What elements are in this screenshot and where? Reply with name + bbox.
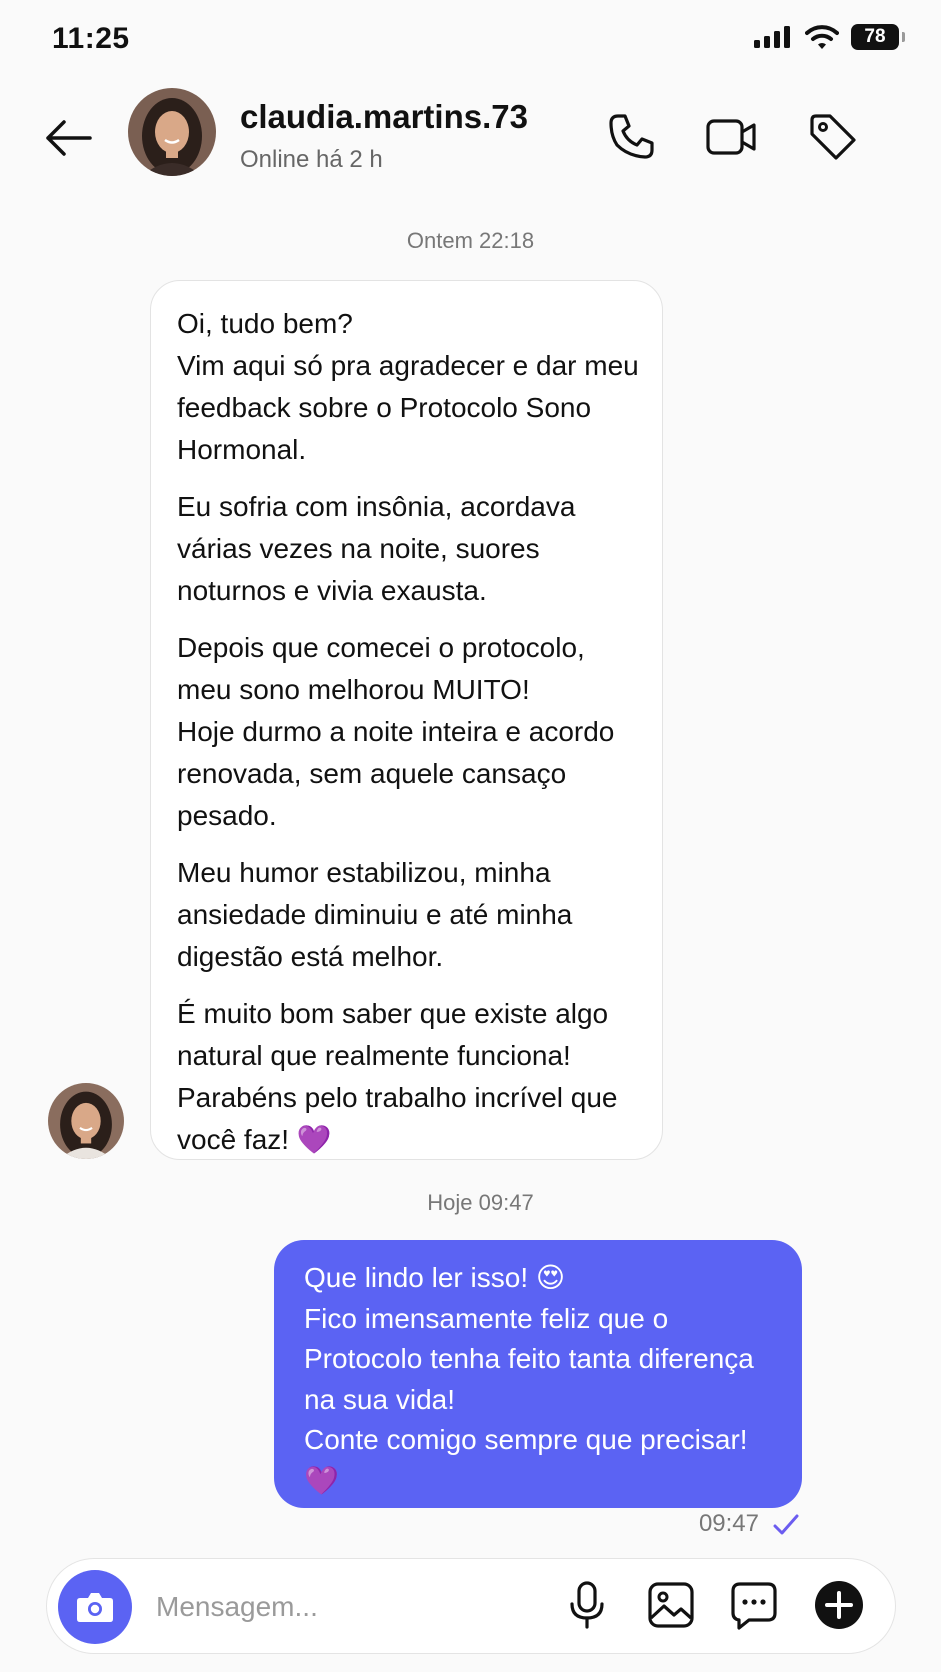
- outgoing-message-text: Que lindo ler isso! 😍 Fico imensamente f…: [304, 1262, 754, 1496]
- signal-icon: [753, 25, 793, 49]
- message-paragraph: É muito bom saber que existe algo natura…: [177, 998, 618, 1155]
- tag-button[interactable]: [806, 110, 860, 164]
- contact-status: Online há 2 h: [240, 146, 383, 173]
- camera-icon: [77, 1593, 113, 1622]
- message-time: 09:47: [698, 1510, 759, 1537]
- status-icons: 78: [753, 24, 905, 50]
- phone-icon: [609, 114, 654, 159]
- call-button[interactable]: [604, 110, 658, 164]
- contact-avatar[interactable]: [128, 88, 216, 176]
- message-paragraph: Depois que comecei o protocolo, meu sono…: [177, 632, 615, 831]
- message-paragraph: Eu sofria com insônia, acordava várias v…: [177, 491, 576, 606]
- battery-indicator: 78: [851, 24, 905, 50]
- microphone-icon: [570, 1581, 604, 1629]
- status-time: 11:25: [52, 22, 130, 55]
- contact-username[interactable]: claudia.martins.73: [240, 98, 528, 136]
- outgoing-message-bubble[interactable]: Que lindo ler isso! 😍 Fico imensamente f…: [274, 1240, 802, 1508]
- sticker-icon: [731, 1582, 777, 1630]
- image-icon: [648, 1582, 694, 1628]
- more-options-button[interactable]: [812, 1578, 866, 1632]
- message-paragraph: Meu humor estabilizou, minha ansiedade d…: [177, 857, 573, 972]
- sticker-button[interactable]: [727, 1578, 781, 1632]
- back-button[interactable]: [40, 110, 96, 166]
- plus-circle-icon: [815, 1581, 863, 1629]
- tag-icon: [810, 114, 856, 160]
- back-arrow-icon: [46, 120, 92, 156]
- message-paragraph: Oi, tudo bem? Vim aqui só pra agradecer …: [177, 308, 639, 465]
- video-camera-icon: [706, 119, 756, 155]
- incoming-message-bubble[interactable]: Oi, tudo bem? Vim aqui só pra agradecer …: [150, 280, 663, 1160]
- timestamp-divider: Hoje 09:47: [427, 1190, 534, 1215]
- voice-message-button[interactable]: [560, 1578, 614, 1632]
- gallery-button[interactable]: [644, 1578, 698, 1632]
- camera-button[interactable]: [58, 1570, 132, 1644]
- check-icon: [772, 1512, 800, 1538]
- video-call-button[interactable]: [704, 110, 758, 164]
- timestamp-divider: Ontem 22:18: [406, 228, 535, 253]
- wifi-icon: [805, 24, 839, 50]
- message-input[interactable]: [154, 1584, 518, 1630]
- sender-avatar[interactable]: [48, 1083, 124, 1159]
